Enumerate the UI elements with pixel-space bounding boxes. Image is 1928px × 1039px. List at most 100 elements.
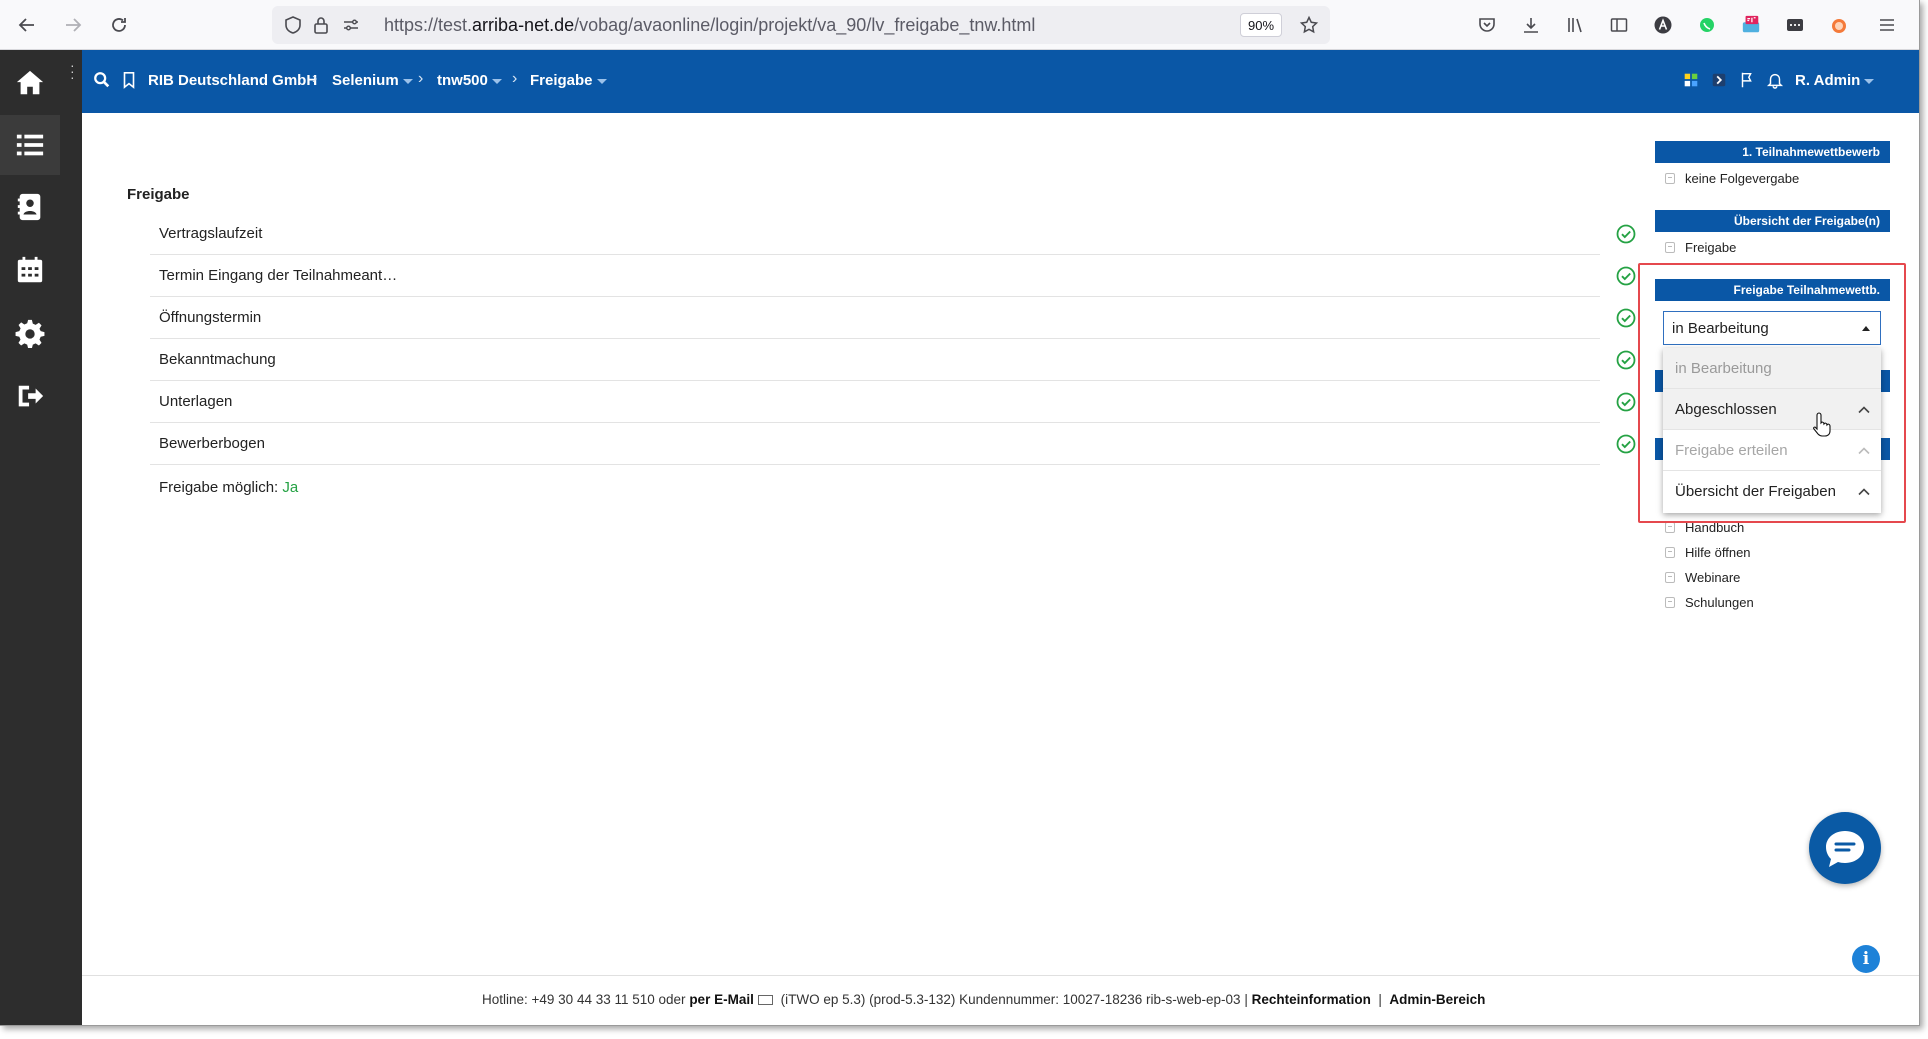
document-icon — [1665, 173, 1675, 184]
caret-up-icon — [1862, 326, 1870, 331]
freigabe-checklist: Vertragslaufzeit Termin Eingang der Teil… — [150, 213, 1636, 465]
list-icon[interactable] — [0, 115, 60, 175]
freigabe-status: Freigabe möglich: Ja — [159, 479, 298, 496]
check-circle-icon — [1616, 224, 1636, 244]
chat-bubble-icon — [1826, 831, 1864, 867]
download-icon[interactable] — [1518, 12, 1544, 38]
dropdown-option-uebersicht-der-freigaben[interactable]: Übersicht der Freigaben — [1663, 471, 1881, 512]
footer: Hotline: +49 30 44 33 11 510 oder per E-… — [82, 975, 1919, 1025]
app-menu-icon[interactable] — [1874, 12, 1900, 38]
document-icon — [1665, 547, 1675, 558]
chat-button[interactable] — [1809, 812, 1881, 884]
account-icon[interactable] — [1650, 12, 1676, 38]
email-link[interactable]: per E-Mail — [689, 992, 754, 1007]
forward-arrow-icon[interactable] — [1710, 71, 1730, 91]
url-text[interactable]: https://test.arriba-net.de/vobag/avaonli… — [384, 15, 1035, 36]
breadcrumb-tnw500[interactable]: tnw500 — [437, 72, 502, 89]
row-label: Bekanntmachung — [159, 351, 276, 368]
list-item: Bekanntmachung — [150, 339, 1636, 381]
chevron-up-icon — [1857, 485, 1871, 499]
app-header: RIB Deutschland GmbH › Selenium › tnw500… — [82, 50, 1919, 113]
main-content: Freigabe Vertragslaufzeit Termin Eingang… — [82, 113, 1636, 973]
settings-gear-icon[interactable] — [0, 303, 60, 363]
dropdown-option-freigabe-erteilen[interactable]: Freigabe erteilen — [1663, 430, 1881, 471]
document-icon — [1665, 522, 1675, 533]
list-item: Unterlagen — [150, 381, 1636, 423]
whatsapp-extension-icon[interactable] — [1694, 12, 1720, 38]
legal-info-link[interactable]: Rechteinformation — [1252, 992, 1371, 1007]
breadcrumb-freigabe[interactable]: Freigabe — [530, 72, 607, 89]
row-label: Unterlagen — [159, 393, 233, 410]
lock-icon[interactable] — [308, 12, 334, 38]
link-hilfe-oeffnen[interactable]: Hilfe öffnen — [1665, 545, 1751, 560]
chevron-up-icon — [1857, 444, 1871, 458]
admin-area-link[interactable]: Admin-Bereich — [1389, 992, 1485, 1007]
breadcrumb-separator-icon: › — [512, 70, 518, 87]
list-item: Vertragslaufzeit — [150, 213, 1636, 255]
check-circle-icon — [1616, 350, 1636, 370]
section-title: Freigabe — [127, 186, 190, 203]
zoom-level[interactable]: 90% — [1240, 13, 1282, 37]
back-icon[interactable] — [14, 12, 40, 38]
calendar-icon[interactable] — [0, 240, 60, 300]
breadcrumb-separator-icon: › — [312, 70, 318, 87]
chevron-up-icon — [1857, 403, 1871, 417]
dropdown-option-abgeschlossen[interactable]: Abgeschlossen — [1663, 389, 1881, 430]
browser-window: https://test.arriba-net.de/vobag/avaonli… — [0, 0, 1920, 1026]
dropdown-option-in-bearbeitung[interactable]: in Bearbeitung — [1663, 348, 1881, 389]
contacts-icon[interactable] — [0, 177, 60, 237]
firefox-extension-icon[interactable] — [1826, 12, 1852, 38]
bell-icon[interactable] — [1766, 71, 1786, 91]
hand-cursor-icon — [1813, 411, 1833, 437]
status-dropdown: in Bearbeitung Abgeschlossen Freigabe er… — [1663, 348, 1881, 513]
forward-icon[interactable] — [60, 12, 86, 38]
check-circle-icon — [1616, 434, 1636, 454]
permissions-icon[interactable] — [338, 12, 364, 38]
logout-icon[interactable] — [0, 366, 60, 426]
sidebar-toggle-icon[interactable] — [1606, 12, 1632, 38]
info-icon[interactable]: i — [1852, 945, 1880, 973]
link-schulungen[interactable]: Schulungen — [1665, 595, 1754, 610]
left-sidebar: · · · — [0, 50, 82, 1025]
mail-icon — [757, 995, 773, 1005]
check-circle-icon — [1616, 266, 1636, 286]
list-item: Öffnungstermin — [150, 297, 1636, 339]
status-value: Ja — [282, 479, 299, 496]
library-icon[interactable] — [1562, 12, 1588, 38]
link-keine-folgevergabe[interactable]: keine Folgevergabe — [1665, 171, 1799, 186]
link-handbuch[interactable]: Handbuch — [1665, 520, 1744, 535]
home-icon[interactable] — [0, 53, 60, 113]
extension-badge-icon[interactable] — [1738, 12, 1764, 38]
check-circle-icon — [1616, 392, 1636, 412]
breadcrumb-separator-icon: › — [418, 70, 424, 87]
address-bar[interactable]: https://test.arriba-net.de/vobag/avaonli… — [272, 6, 1330, 44]
link-freigabe[interactable]: Freigabe — [1665, 240, 1736, 255]
status-label: Freigabe möglich: — [159, 479, 279, 496]
panel-header-freigabe-teilnahmewettb: Freigabe Teilnahmewettb. — [1655, 279, 1890, 301]
apps-grid-icon[interactable] — [1682, 71, 1702, 91]
breadcrumb-company[interactable]: RIB Deutschland GmbH — [148, 72, 317, 89]
bookmark-star-icon[interactable] — [1296, 12, 1322, 38]
list-item: Termin Eingang der Teilnahmeant… — [150, 255, 1636, 297]
status-select[interactable]: in Bearbeitung — [1663, 311, 1881, 345]
document-flag-icon[interactable] — [1738, 71, 1758, 91]
sidebar-more-icon[interactable]: · · · — [70, 58, 75, 84]
document-icon — [1665, 597, 1675, 608]
bookmark-icon[interactable] — [120, 71, 140, 91]
search-icon[interactable] — [93, 71, 113, 91]
user-menu[interactable]: R. Admin — [1795, 72, 1875, 89]
check-circle-icon — [1616, 308, 1636, 328]
document-icon — [1665, 242, 1675, 253]
row-label: Öffnungstermin — [159, 309, 262, 326]
list-item: Bewerberbogen — [150, 423, 1636, 465]
shield-icon[interactable] — [280, 12, 306, 38]
row-label: Termin Eingang der Teilnahmeant… — [159, 267, 398, 284]
row-label: Vertragslaufzeit — [159, 225, 263, 242]
browser-toolbar: https://test.arriba-net.de/vobag/avaonli… — [0, 0, 1919, 50]
ublock-extension-icon[interactable] — [1782, 12, 1808, 38]
panel-header-teilnahmewettbewerb: 1. Teilnahmewettbewerb — [1655, 141, 1890, 163]
breadcrumb-selenium[interactable]: Selenium — [332, 72, 413, 89]
reload-icon[interactable] — [106, 12, 132, 38]
link-webinare[interactable]: Webinare — [1665, 570, 1740, 585]
pocket-icon[interactable] — [1474, 12, 1500, 38]
